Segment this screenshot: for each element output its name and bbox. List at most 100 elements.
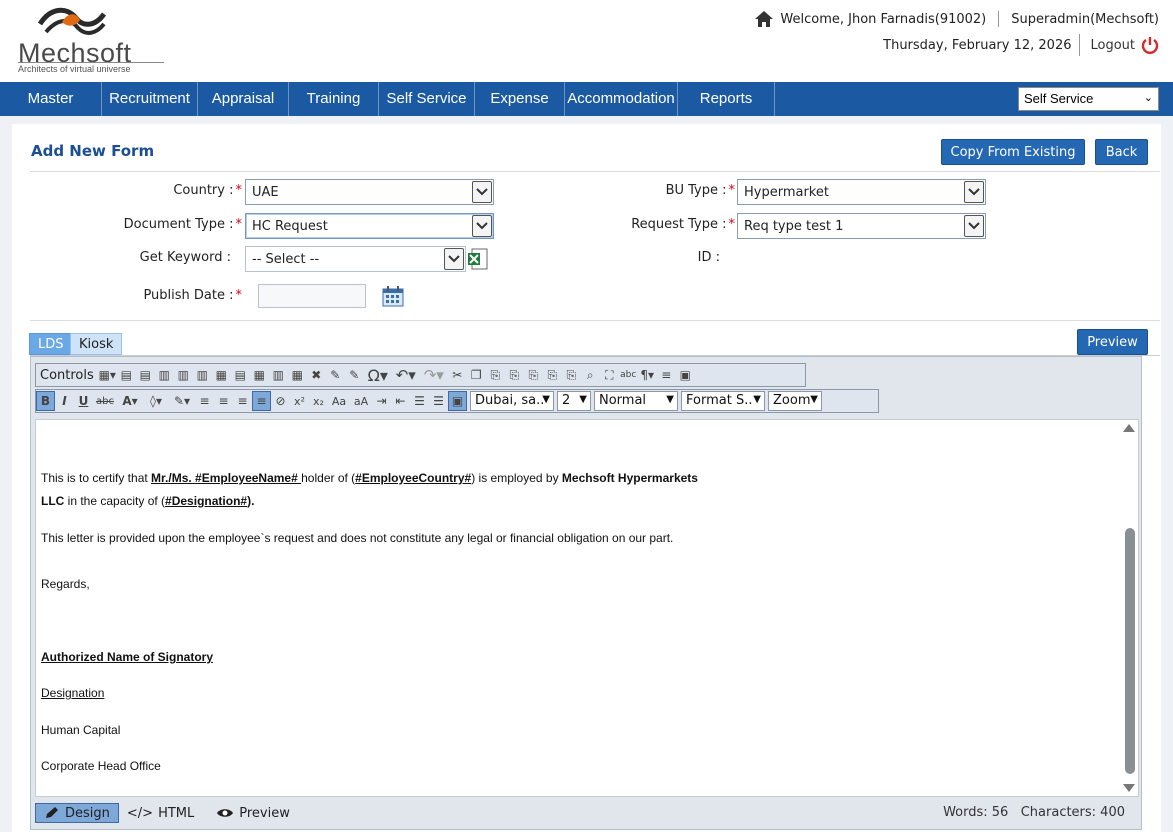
format-painter-icon[interactable]: ✎▾ [169,391,195,411]
delete-cell-icon[interactable]: ✖ [307,365,326,385]
redo-icon[interactable]: ↷▾ [420,365,448,385]
insert-table-icon[interactable]: ▦▾ [98,365,117,385]
scroll-up-arrow-icon[interactable] [1123,424,1135,432]
table-col-right-icon[interactable]: ▥ [193,365,212,385]
preview-mode-button[interactable]: Preview [208,803,298,823]
font-size-select[interactable]: 2 ▼ [557,391,591,411]
paste-markdown-icon[interactable]: ⎘ [562,365,581,385]
copy-icon[interactable]: ❐ [467,365,486,385]
html-mode-label: HTML [158,805,195,821]
undo-icon[interactable]: ↶▾ [392,365,420,385]
paste-word-icon[interactable]: ⎘ [505,365,524,385]
document-type-label: Document Type : * [123,217,242,232]
module-select[interactable]: Self Service ⌄ [1018,87,1159,111]
outdent-icon[interactable]: ⇤ [391,391,410,411]
nav-expense[interactable]: Expense [475,82,565,116]
horizontal-rule-icon[interactable]: ≡ [657,365,676,385]
nav-appraisal[interactable]: Appraisal [198,82,289,116]
design-mode-button[interactable]: Design [35,803,119,823]
special-character-icon[interactable]: Ω▾ [364,365,392,385]
merge-right-icon[interactable]: ▥ [269,365,288,385]
publish-date-input[interactable] [258,284,366,308]
cut-icon[interactable]: ✂ [448,365,467,385]
code-icon: </> [126,805,154,821]
nav-recruitment[interactable]: Recruitment [102,82,198,116]
copy-from-existing-button[interactable]: Copy From Existing [941,139,1085,165]
welcome-text: Welcome, Jhon Farnadis(91002) [780,11,987,27]
keyword-select[interactable]: -- Select -- [245,246,466,272]
excel-export-icon[interactable] [467,248,489,270]
mechsoft-logo[interactable]: Mechsoft Architects of virtual universe [16,4,166,76]
logo-divider [18,62,164,63]
insert-field-icon[interactable]: ▣ [448,391,467,411]
subscript-icon[interactable]: x₂ [309,391,328,411]
editor-toolbar-1: Controls ▦▾ ▤ ▤ ▥ ▥ ▥ ▦ ▤ ▦ ▥ ▦ ✖ ✎ ✎ Ω▾… [35,363,806,387]
paste-icon[interactable]: ⎘ [486,365,505,385]
paste-html-icon[interactable]: ⎘ [543,365,562,385]
html-mode-button[interactable]: </> HTML [119,803,202,823]
fullscreen-icon[interactable]: ⛶ [600,365,619,385]
italic-icon[interactable]: I [55,391,74,411]
country-label: Country : * [173,183,242,198]
bullet-list-icon[interactable]: ☰ [429,391,448,411]
merge-down-icon[interactable]: ▦ [288,365,307,385]
nav-training[interactable]: Training [289,82,379,116]
numbered-list-icon[interactable]: ☰ [410,391,429,411]
logo-tagline: Architects of virtual universe [18,64,131,74]
request-type-select[interactable]: Req type test 1 [737,213,986,239]
back-button[interactable]: Back [1095,139,1148,165]
font-name-select[interactable]: Dubai, sa.. ▼ [470,391,554,411]
logout-link[interactable]: Logout [1090,36,1159,54]
delete-column-icon[interactable]: ▦ [212,365,231,385]
signatory-name: Authorized Name of Signatory [41,650,214,664]
chevron-down-icon: ▼ [579,394,587,405]
home-icon[interactable] [754,10,774,28]
find-icon[interactable]: ⌕ [581,365,600,385]
calendar-icon[interactable] [382,285,404,307]
nav-self-service[interactable]: Self Service [379,82,475,116]
editor-content[interactable]: This is to certify that Mr./Ms. #Employe… [35,419,1139,797]
preview-screen-icon[interactable]: ▣ [676,365,695,385]
superscript-icon[interactable]: x² [290,391,309,411]
align-center-icon[interactable]: ≡ [214,391,233,411]
preview-button[interactable]: Preview [1077,329,1148,355]
indent-icon[interactable]: ⇥ [372,391,391,411]
country-select[interactable]: UAE [245,179,494,205]
delete-row-icon[interactable]: ▥ [155,365,174,385]
align-justify-icon[interactable]: ≡ [252,391,271,411]
tab-lds[interactable]: LDS [29,333,73,355]
change-case-icon[interactable]: Aa [328,391,350,411]
zoom-select[interactable]: Zoom ▼ [768,391,822,411]
scrollbar-thumb[interactable] [1125,528,1135,774]
underline-icon[interactable]: U [74,391,93,411]
table-row-above-icon[interactable]: ▤ [117,365,136,385]
bold-icon[interactable]: B [36,391,55,411]
format-style-select[interactable]: Format S.. ▼ [681,391,765,411]
document-type-select[interactable]: HC Request [245,213,494,239]
strikethrough-icon[interactable]: abc [93,391,117,411]
align-right-icon[interactable]: ≡ [233,391,252,411]
paragraph-marks-icon[interactable]: ¶▾ [638,365,657,385]
tab-kiosk[interactable]: Kiosk [70,333,123,355]
cell-properties-icon[interactable]: ✎ [345,365,364,385]
spellcheck-icon[interactable]: abc [619,365,638,385]
align-left-icon[interactable]: ≡ [195,391,214,411]
editor-scrollbar[interactable] [1123,424,1135,792]
scroll-down-arrow-icon[interactable] [1123,784,1135,792]
split-cells-icon[interactable]: ▦ [250,365,269,385]
nav-accommodation[interactable]: Accommodation [565,82,678,116]
table-properties-icon[interactable]: ✎ [326,365,345,385]
nav-master[interactable]: Master [0,82,102,116]
nav-reports[interactable]: Reports [678,82,775,116]
paragraph-select[interactable]: Normal ▼ [594,391,678,411]
logo-mark-icon [37,7,107,35]
bu-type-select[interactable]: Hypermarket [737,179,986,205]
font-color-icon[interactable]: A▾ [117,391,143,411]
clear-format-icon[interactable]: ⊘ [271,391,290,411]
text-size-icon[interactable]: aA [350,391,372,411]
background-color-icon[interactable]: ◊▾ [143,391,169,411]
table-row-below-icon[interactable]: ▤ [136,365,155,385]
merge-cells-icon[interactable]: ▤ [231,365,250,385]
paste-text-icon[interactable]: ⎘ [524,365,543,385]
table-col-left-icon[interactable]: ▥ [174,365,193,385]
